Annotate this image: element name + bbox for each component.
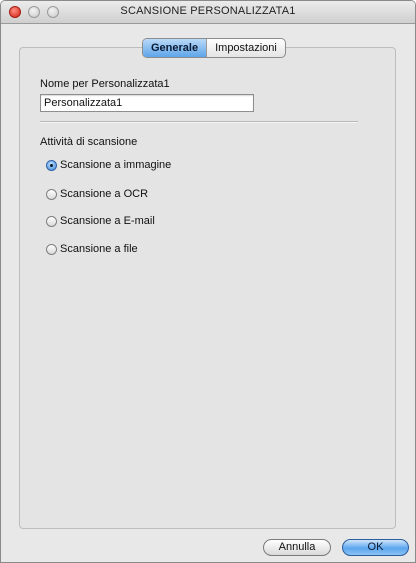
tab-impostazioni[interactable]: Impostazioni bbox=[206, 39, 285, 57]
tab-bar: Generale Impostazioni bbox=[142, 38, 286, 58]
tab-generale[interactable]: Generale bbox=[143, 39, 207, 57]
radio-label: Scansione a immagine bbox=[60, 159, 172, 171]
radio-label: Scansione a E-mail bbox=[60, 215, 155, 227]
name-input[interactable] bbox=[40, 94, 254, 112]
radio-button[interactable] bbox=[46, 243, 57, 255]
radio-scan-file[interactable]: Scansione a file bbox=[46, 242, 138, 256]
name-field-label: Nome per Personalizzata1 bbox=[40, 78, 170, 90]
radio-label: Scansione a file bbox=[60, 243, 138, 255]
radio-scan-email[interactable]: Scansione a E-mail bbox=[46, 214, 155, 228]
settings-panel bbox=[19, 47, 396, 529]
radio-button[interactable] bbox=[46, 188, 57, 200]
scan-activity-label: Attività di scansione bbox=[40, 136, 138, 148]
radio-button[interactable] bbox=[46, 215, 57, 227]
title-bar: SCANSIONE PERSONALIZZATA1 bbox=[1, 1, 415, 24]
radio-button-selected[interactable] bbox=[46, 159, 57, 171]
radio-scan-ocr[interactable]: Scansione a OCR bbox=[46, 187, 148, 201]
radio-label: Scansione a OCR bbox=[60, 188, 149, 200]
ok-button[interactable]: OK bbox=[342, 539, 409, 556]
window-title: SCANSIONE PERSONALIZZATA1 bbox=[120, 5, 296, 17]
cancel-button[interactable]: Annulla bbox=[263, 539, 331, 556]
dialog-window: SCANSIONE PERSONALIZZATA1 Generale Impos… bbox=[0, 0, 416, 563]
radio-scan-image[interactable]: Scansione a immagine bbox=[46, 158, 171, 172]
section-divider bbox=[40, 121, 358, 123]
